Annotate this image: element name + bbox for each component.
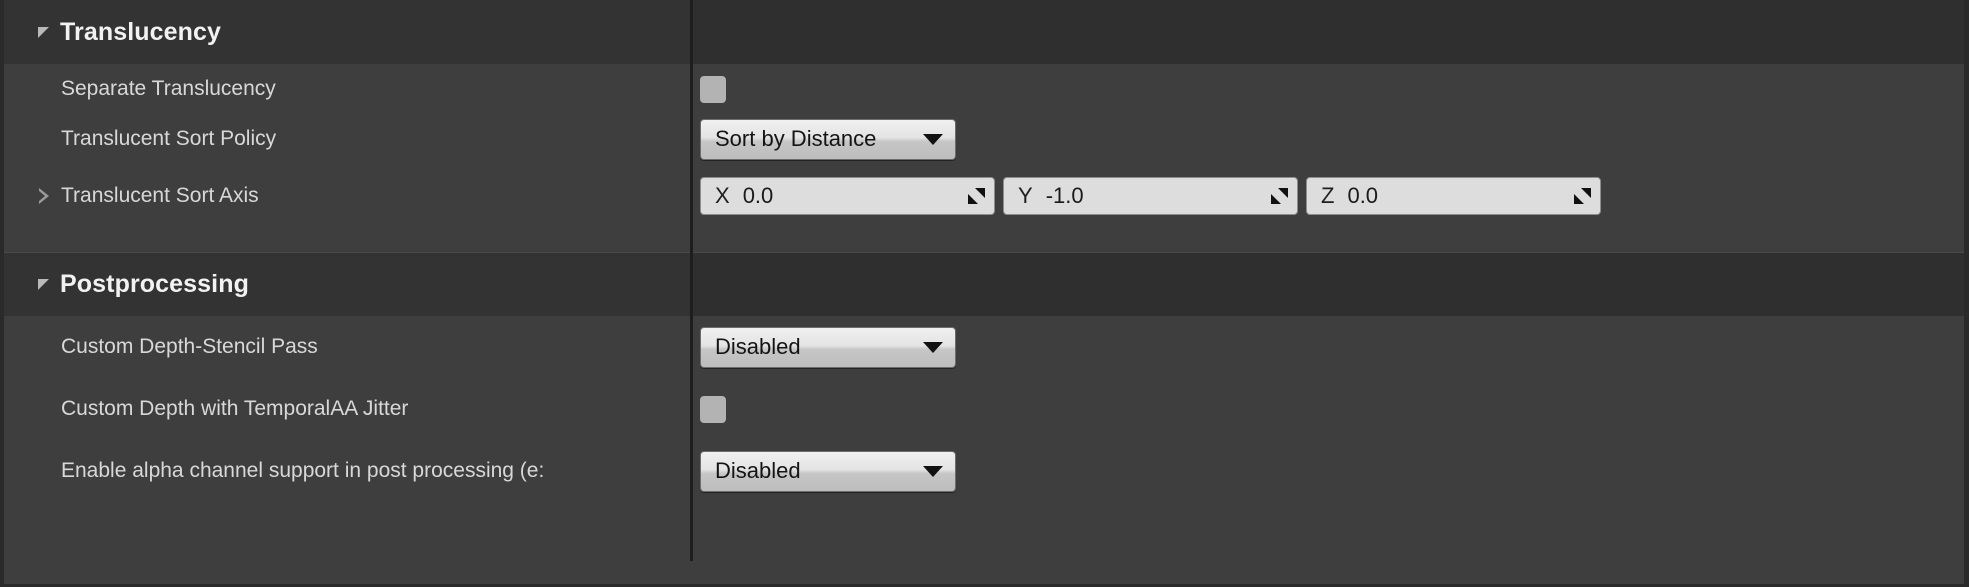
section-header-translucency[interactable]: Translucency	[4, 0, 1964, 64]
property-row-custom-depth-stencil-pass: Custom Depth-Stencil Pass Disabled	[4, 316, 1964, 378]
section-header-postprocessing[interactable]: Postprocessing	[4, 252, 1964, 316]
property-value-cell	[690, 64, 1964, 114]
section-title: Translucency	[60, 17, 222, 46]
property-row-translucent-sort-policy: Translucent Sort Policy Sort by Distance	[4, 114, 1964, 164]
property-label-cell: Translucent Sort Policy	[4, 114, 690, 164]
sort-axis-z-input[interactable]: Z 0.0	[1306, 177, 1601, 215]
triangle-down-icon[interactable]	[38, 279, 49, 290]
custom-depth-temporalaa-jitter-checkbox[interactable]	[700, 395, 726, 423]
translucency-section-filler	[4, 228, 1964, 252]
property-value-cell: Disabled	[690, 316, 1964, 378]
translucent-sort-policy-dropdown[interactable]: Sort by Distance	[700, 118, 956, 160]
property-value-cell: Sort by Distance	[690, 114, 1964, 164]
property-label: Custom Depth with TemporalAA Jitter	[61, 397, 409, 420]
drag-handle-icon[interactable]	[1573, 187, 1591, 205]
property-label-cell: Enable alpha channel support in post pro…	[4, 440, 690, 502]
section-title: Postprocessing	[60, 270, 249, 298]
property-value-cell: Disabled	[690, 440, 1964, 502]
triangle-right-icon[interactable]	[38, 188, 51, 204]
property-label-cell: Translucent Sort Axis	[4, 164, 690, 228]
translucent-sort-axis-vector: X 0.0 Y -1.0 Z 0.0	[700, 177, 1601, 215]
separate-translucency-checkbox[interactable]	[700, 75, 726, 103]
property-label: Translucent Sort Axis	[61, 184, 259, 207]
property-label: Translucent Sort Policy	[61, 127, 277, 150]
dropdown-selected-value: Disabled	[715, 334, 801, 359]
custom-depth-stencil-pass-dropdown[interactable]: Disabled	[700, 326, 956, 368]
property-row-separate-translucency: Separate Translucency	[4, 64, 1964, 114]
axis-label-y: Y	[1018, 183, 1033, 208]
section-header-left-postprocessing: Postprocessing	[4, 253, 690, 316]
axis-value-x: 0.0	[742, 183, 774, 208]
drag-handle-icon[interactable]	[1270, 187, 1288, 205]
property-label-cell: Custom Depth-Stencil Pass	[4, 316, 690, 378]
details-panel: Translucency Separate Translucency Trans…	[0, 0, 1969, 587]
axis-label-z: Z	[1321, 183, 1335, 208]
axis-value-z: 0.0	[1347, 183, 1379, 208]
property-label-cell: Separate Translucency	[4, 64, 690, 114]
axis-value-y: -1.0	[1045, 183, 1084, 208]
axis-label-x: X	[715, 183, 730, 208]
property-label-cell: Custom Depth with TemporalAA Jitter	[4, 378, 690, 440]
column-splitter[interactable]	[690, 0, 693, 561]
dropdown-selected-value: Sort by Distance	[715, 126, 877, 151]
drag-handle-icon[interactable]	[967, 187, 985, 205]
property-row-translucent-sort-axis: Translucent Sort Axis X 0.0 Y -1.0 Z 0.0	[4, 164, 1964, 228]
property-row-custom-depth-temporalaa-jitter: Custom Depth with TemporalAA Jitter	[4, 378, 1964, 440]
property-row-enable-alpha-channel-support: Enable alpha channel support in post pro…	[4, 440, 1964, 502]
section-header-left-translucency: Translucency	[4, 0, 690, 64]
sort-axis-y-input[interactable]: Y -1.0	[1003, 177, 1298, 215]
property-label: Custom Depth-Stencil Pass	[61, 335, 318, 358]
property-value-cell: X 0.0 Y -1.0 Z 0.0	[690, 164, 1964, 228]
chevron-down-icon	[923, 133, 943, 145]
triangle-down-icon[interactable]	[38, 26, 49, 38]
chevron-down-icon	[923, 465, 943, 477]
property-label: Enable alpha channel support in post pro…	[61, 459, 545, 482]
dropdown-selected-value: Disabled	[715, 458, 801, 483]
property-label: Separate Translucency	[61, 77, 276, 100]
sort-axis-x-input[interactable]: X 0.0	[700, 177, 995, 215]
enable-alpha-channel-support-dropdown[interactable]: Disabled	[700, 450, 956, 492]
property-value-cell	[690, 378, 1964, 440]
chevron-down-icon	[923, 341, 943, 353]
